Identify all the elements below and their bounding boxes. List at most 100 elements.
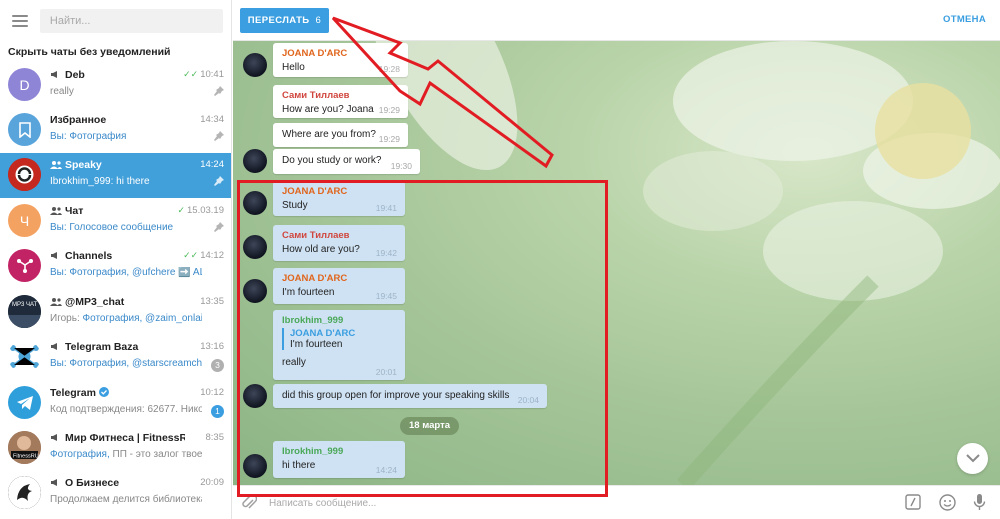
chat-time: 14:24 xyxy=(200,159,224,170)
message-input[interactable] xyxy=(269,495,829,511)
chat-item-saved[interactable]: Избранное 14:34 Вы: Фотография xyxy=(0,108,231,153)
selection-header: ПЕРЕСЛАТЬ 6 ОТМЕНА xyxy=(233,0,1000,41)
message-selected[interactable]: Сами Тиллаев How old are you? 19:42 xyxy=(273,225,405,261)
message-author: Сами Тиллаев xyxy=(282,230,350,241)
pin-icon xyxy=(214,222,224,232)
chat-item-deb[interactable]: D Deb ✓✓ 10:41 really xyxy=(0,63,231,108)
channel-icon xyxy=(51,343,57,350)
chat-item-telegram[interactable]: Telegram 10:12 Код подтверждения: 62677.… xyxy=(0,381,231,426)
chat-preview: Игорь: Фотография, @zaim_onlain_b... xyxy=(50,313,202,324)
chat-preview: Ibrokhim_999: hi there xyxy=(50,176,150,187)
message-time: 20:04 xyxy=(517,395,539,405)
chat-item-chat[interactable]: Ч Чат ✓ 15.03.19 Вы: Голосовое сообщение xyxy=(0,199,231,244)
message-author: JOANA D'ARC xyxy=(282,273,348,284)
channel-icon xyxy=(51,252,57,259)
sender-avatar[interactable] xyxy=(243,53,267,77)
message-time: 19:41 xyxy=(375,203,397,213)
command-icon[interactable] xyxy=(905,494,921,510)
message-selected[interactable]: did this group open for improve your spe… xyxy=(273,384,547,408)
chat-preview: Фотография, ПП - это залог твоей хо... xyxy=(50,449,202,460)
channel-icon xyxy=(51,479,57,486)
message-selected[interactable]: Ibrokhim_999 JOANA D'ARC I'm fourteen re… xyxy=(273,310,405,380)
message-time: 19:28 xyxy=(378,64,400,74)
sender-avatar[interactable] xyxy=(243,384,267,408)
message-selected[interactable]: Ibrokhim_999 hi there 14:24 xyxy=(273,441,405,478)
reply-quote[interactable]: JOANA D'ARC I'm fourteen xyxy=(282,328,396,350)
message-time: 19:29 xyxy=(378,134,400,144)
forward-button[interactable]: ПЕРЕСЛАТЬ 6 xyxy=(240,8,329,33)
chat-item-fitnessru[interactable]: FitnessRU Мир Фитнеса | FitnessRU 8:35 Ф… xyxy=(0,426,231,471)
chat-time: 14:34 xyxy=(200,114,224,125)
search-input[interactable] xyxy=(39,9,223,33)
message-author: Ibrokhim_999 xyxy=(282,315,344,326)
message-history[interactable]: JOANA D'ARC Hello 19:28 Сами Тиллаев How… xyxy=(233,41,1000,485)
sender-avatar[interactable] xyxy=(243,235,267,259)
channel-icon xyxy=(51,434,57,441)
chat-list-sidebar: Скрыть чаты без уведомлений D Deb ✓✓10:4… xyxy=(0,0,232,519)
scroll-to-bottom-button[interactable] xyxy=(957,443,988,474)
group-icon xyxy=(50,298,62,306)
compose-bar xyxy=(233,485,1000,519)
read-check-icon: ✓✓ xyxy=(183,250,199,260)
chat-title: Telegram xyxy=(50,387,96,399)
sender-avatar[interactable] xyxy=(243,454,267,478)
message[interactable]: Where are you from? 19:29 xyxy=(273,123,408,147)
emoji-icon[interactable] xyxy=(939,494,956,511)
microphone-icon[interactable] xyxy=(973,493,986,511)
message[interactable]: JOANA D'ARC Hello 19:28 xyxy=(273,43,408,77)
message-time: 20:01 xyxy=(375,367,397,377)
cancel-button[interactable]: ОТМЕНА xyxy=(943,14,986,25)
message-author: Сами Тиллаев xyxy=(282,90,350,101)
message-author: Ibrokhim_999 xyxy=(282,446,344,457)
reply-author: JOANA D'ARC xyxy=(290,328,356,339)
chat-title: Мир Фитнеса | FitnessRU xyxy=(65,432,185,444)
chat-preview: Код подтверждения: 62677. Нико... xyxy=(50,404,202,415)
sender-avatar[interactable] xyxy=(243,279,267,303)
group-icon xyxy=(50,207,62,215)
chat-title: Deb xyxy=(65,69,85,81)
hide-muted-chats-toggle[interactable]: Скрыть чаты без уведомлений xyxy=(0,42,231,62)
svg-text:MP3 ЧАТ: MP3 ЧАТ xyxy=(12,302,38,308)
business-logo-icon xyxy=(8,476,41,509)
message-selected[interactable]: JOANA D'ARC Study 19:41 xyxy=(273,181,405,216)
chat-item-channels[interactable]: Channels ✓✓ 14:12 Вы: Фотография, @ufcher… xyxy=(0,244,231,289)
channel-icon xyxy=(51,71,57,78)
reply-text: I'm fourteen xyxy=(290,339,343,350)
chat-time: 13:16 xyxy=(200,341,224,352)
message-time: 19:42 xyxy=(375,248,397,258)
chat-item-speaky[interactable]: Speaky 14:24 Ibrokhim_999: hi there xyxy=(0,153,231,198)
avatar: Ч xyxy=(8,204,41,237)
pin-icon xyxy=(214,86,224,96)
chevron-down-icon xyxy=(965,454,980,463)
paper-plane-icon xyxy=(16,395,33,410)
message[interactable]: Do you study or work? 19:30 xyxy=(273,149,420,174)
chat-item-telegram-baza[interactable]: Telegram Baza 13:16 Вы: Фотография, @sta… xyxy=(0,335,231,380)
message-time: 19:29 xyxy=(378,105,400,115)
chat-item-o-biznese[interactable]: О Бизнесе 20:09 Продолжаем делится библи… xyxy=(0,471,231,516)
message-time: 19:45 xyxy=(375,291,397,301)
chat-time: 15.03.19 xyxy=(187,205,224,216)
chat-time: 8:35 xyxy=(205,432,225,443)
share-tree-icon xyxy=(16,258,33,273)
chat-preview: Вы: Фотография, @ufchere ➡️ ALL M... xyxy=(50,267,202,278)
message-selected[interactable]: JOANA D'ARC I'm fourteen 19:45 xyxy=(273,268,405,304)
menu-icon[interactable] xyxy=(12,15,28,27)
chat-preview: Продолжаем делится библиотеками ... xyxy=(50,494,202,505)
message[interactable]: Сами Тиллаев How are you? Joana 19:29 xyxy=(273,85,408,118)
message-author: JOANA D'ARC xyxy=(282,186,348,197)
sidebar-top-bar xyxy=(0,0,231,42)
chat-title: Избранное xyxy=(50,114,107,126)
chat-title: Telegram Baza xyxy=(65,341,139,353)
chat-title: О Бизнесе xyxy=(65,477,120,489)
svg-text:FitnessRU: FitnessRU xyxy=(13,454,39,460)
sender-avatar[interactable] xyxy=(243,149,267,173)
speaky-logo-icon xyxy=(8,158,41,191)
selected-count: 6 xyxy=(315,15,322,26)
chat-title: @MP3_chat xyxy=(65,296,125,308)
chat-item-mp3-chat[interactable]: MP3 ЧАТ @MP3_chat 13:35 Игорь: Фотографи… xyxy=(0,290,231,335)
read-check-icon: ✓✓ xyxy=(183,69,199,79)
sender-avatar[interactable] xyxy=(243,191,267,215)
chat-title: Чат xyxy=(65,205,84,217)
attach-icon[interactable] xyxy=(241,494,257,512)
crowd-avatar-icon: MP3 ЧАТ xyxy=(8,295,41,328)
